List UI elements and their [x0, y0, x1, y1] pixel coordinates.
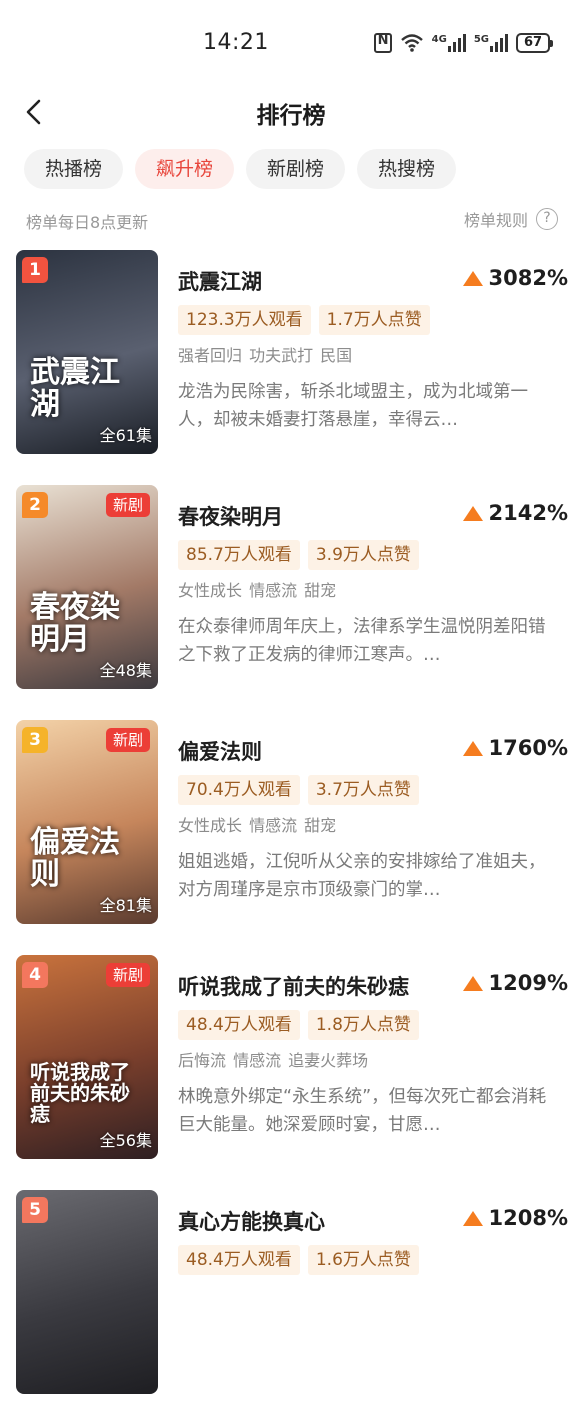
genre-tags: 后悔流 情感流 追妻火葬场: [178, 1051, 369, 1070]
poster-title-art: 偏爱法则: [30, 825, 120, 892]
views-pill: 123.3万人观看: [178, 305, 311, 335]
list-subheader: 榜单每日8点更新 榜单规则 ?: [24, 207, 558, 235]
drama-synopsis: [178, 1287, 554, 1343]
episode-count: 全81集: [99, 896, 152, 915]
signal-5g-icon: 5G: [474, 34, 508, 52]
views-pill: 85.7万人观看: [178, 540, 300, 570]
rank-badge: 2: [22, 492, 48, 518]
drama-synopsis: 在众泰律师周年庆上，法律系学生温悦阴差阳错之下救了正发病的律师江寒声。…: [178, 617, 546, 665]
drama-info: 真心方能换真心 1208% 48.4万人观看 1.6万人点赞: [178, 1206, 568, 1343]
battery-icon: 67: [516, 33, 553, 53]
episode-count: 全48集: [99, 661, 152, 680]
rise-value: 1760%: [488, 736, 569, 760]
trend-up-icon: [462, 270, 483, 286]
drama-poster[interactable]: 春夜染明月 2 新剧 全48集: [16, 485, 158, 689]
likes-pill: 1.7万人点赞: [318, 305, 430, 335]
top-nav: 排行榜: [0, 86, 582, 140]
trend-up-icon: [462, 505, 483, 521]
drama-poster[interactable]: 5: [16, 1190, 158, 1394]
tab-rising[interactable]: 飙升榜: [135, 149, 235, 189]
rules-link[interactable]: 榜单规则 ?: [464, 207, 558, 231]
rules-label: 榜单规则: [463, 211, 528, 230]
episode-count: 全61集: [99, 426, 152, 445]
signal-4g-icon: 4G: [432, 34, 466, 52]
genre-tags: 女性成长 情感流 甜宠: [178, 581, 337, 600]
likes-pill: 1.6万人点赞: [307, 1245, 419, 1275]
drama-item[interactable]: 5 真心方能换真心 1208% 48.4万人观看 1.6万人点赞: [16, 1190, 568, 1425]
drama-poster[interactable]: 听说我成了前夫的朱砂痣 4 新剧 全56集: [16, 955, 158, 1159]
tab-search[interactable]: 热搜榜: [357, 149, 457, 189]
likes-pill: 3.7万人点赞: [307, 775, 419, 805]
rise-value: 1209%: [488, 971, 569, 995]
rise-rate: 1209%: [462, 971, 569, 995]
rise-value: 3082%: [488, 266, 569, 290]
views-pill: 48.4万人观看: [178, 1010, 300, 1040]
rise-rate: 1208%: [462, 1206, 569, 1230]
nfc-icon: [373, 33, 392, 53]
drama-info: 听说我成了前夫的朱砂痣 1209% 48.4万人观看 1.8万人点赞 后悔流 情感…: [178, 971, 568, 1139]
rise-rate: 2142%: [462, 501, 569, 525]
status-icons: 4G 5G 67: [373, 31, 553, 55]
tab-new[interactable]: 新剧榜: [246, 149, 346, 189]
drama-poster[interactable]: 偏爱法则 3 新剧 全81集: [16, 720, 158, 924]
drama-synopsis: 龙浩为民除害，斩杀北域盟主，成为北域第一人，却被未婚妻打落悬崖，幸得云…: [178, 382, 528, 430]
likes-pill: 1.8万人点赞: [307, 1010, 419, 1040]
page-title: 排行榜: [256, 103, 326, 129]
views-pill: 70.4万人观看: [178, 775, 300, 805]
episode-count: 全56集: [99, 1131, 152, 1150]
drama-info: 春夜染明月 2142% 85.7万人观看 3.9万人点赞 女性成长 情感流 甜宠 …: [178, 501, 568, 669]
update-note: 榜单每日8点更新: [26, 213, 149, 232]
rise-rate: 3082%: [462, 266, 569, 290]
genre-tags: 女性成长 情感流 甜宠: [178, 816, 337, 835]
rise-rate: 1760%: [462, 736, 569, 760]
ranking-list: 武震江湖 1 全61集 武震江湖 3082% 123.3万人观看 1.7万人点赞 …: [16, 250, 568, 1425]
rise-value: 2142%: [488, 501, 569, 525]
trend-up-icon: [462, 975, 483, 991]
drama-synopsis: 姐姐逃婚，江倪听从父亲的安排嫁给了准姐夫，对方周瑾序是京市顶级豪门的掌…: [178, 852, 546, 900]
clock: 14:21: [203, 30, 269, 55]
ranking-tabs: 热播榜 飙升榜 新剧榜 热搜榜: [24, 149, 457, 189]
rise-value: 1208%: [488, 1206, 569, 1230]
rank-badge: 3: [22, 727, 48, 753]
drama-item[interactable]: 武震江湖 1 全61集 武震江湖 3082% 123.3万人观看 1.7万人点赞 …: [16, 250, 568, 485]
new-badge: 新剧: [105, 493, 150, 517]
drama-item[interactable]: 听说我成了前夫的朱砂痣 4 新剧 全56集 听说我成了前夫的朱砂痣 1209% …: [16, 955, 568, 1190]
question-icon: ?: [536, 208, 558, 230]
tab-hot[interactable]: 热播榜: [24, 149, 124, 189]
poster-title-art: 春夜染明月: [30, 590, 120, 657]
likes-pill: 3.9万人点赞: [307, 540, 419, 570]
rank-badge: 1: [22, 257, 48, 283]
poster-title-art: 武震江湖: [30, 355, 120, 422]
drama-info: 偏爱法则 1760% 70.4万人观看 3.7万人点赞 女性成长 情感流 甜宠 姐…: [178, 736, 568, 904]
rank-badge: 4: [22, 962, 48, 988]
drama-poster[interactable]: 武震江湖 1 全61集: [16, 250, 158, 454]
drama-synopsis: 林晚意外绑定“永生系统”，但每次死亡都会消耗巨大能量。她深爱顾时宴，甘愿…: [178, 1087, 547, 1135]
new-badge: 新剧: [105, 728, 150, 752]
new-badge: 新剧: [105, 963, 150, 987]
wifi-icon: [400, 33, 424, 53]
status-bar: 14:21 4G 5G 67: [0, 0, 582, 86]
views-pill: 48.4万人观看: [178, 1245, 300, 1275]
drama-item[interactable]: 偏爱法则 3 新剧 全81集 偏爱法则 1760% 70.4万人观看 3.7万人点…: [16, 720, 568, 955]
genre-tags: 强者回归 功夫武打 民国: [178, 346, 353, 365]
drama-item[interactable]: 春夜染明月 2 新剧 全48集 春夜染明月 2142% 85.7万人观看 3.9万…: [16, 485, 568, 720]
trend-up-icon: [462, 1210, 483, 1226]
poster-title-art: 听说我成了前夫的朱砂痣: [30, 1060, 130, 1126]
drama-info: 武震江湖 3082% 123.3万人观看 1.7万人点赞 强者回归 功夫武打 民国…: [178, 266, 568, 434]
trend-up-icon: [462, 740, 483, 756]
rank-badge: 5: [22, 1197, 48, 1223]
